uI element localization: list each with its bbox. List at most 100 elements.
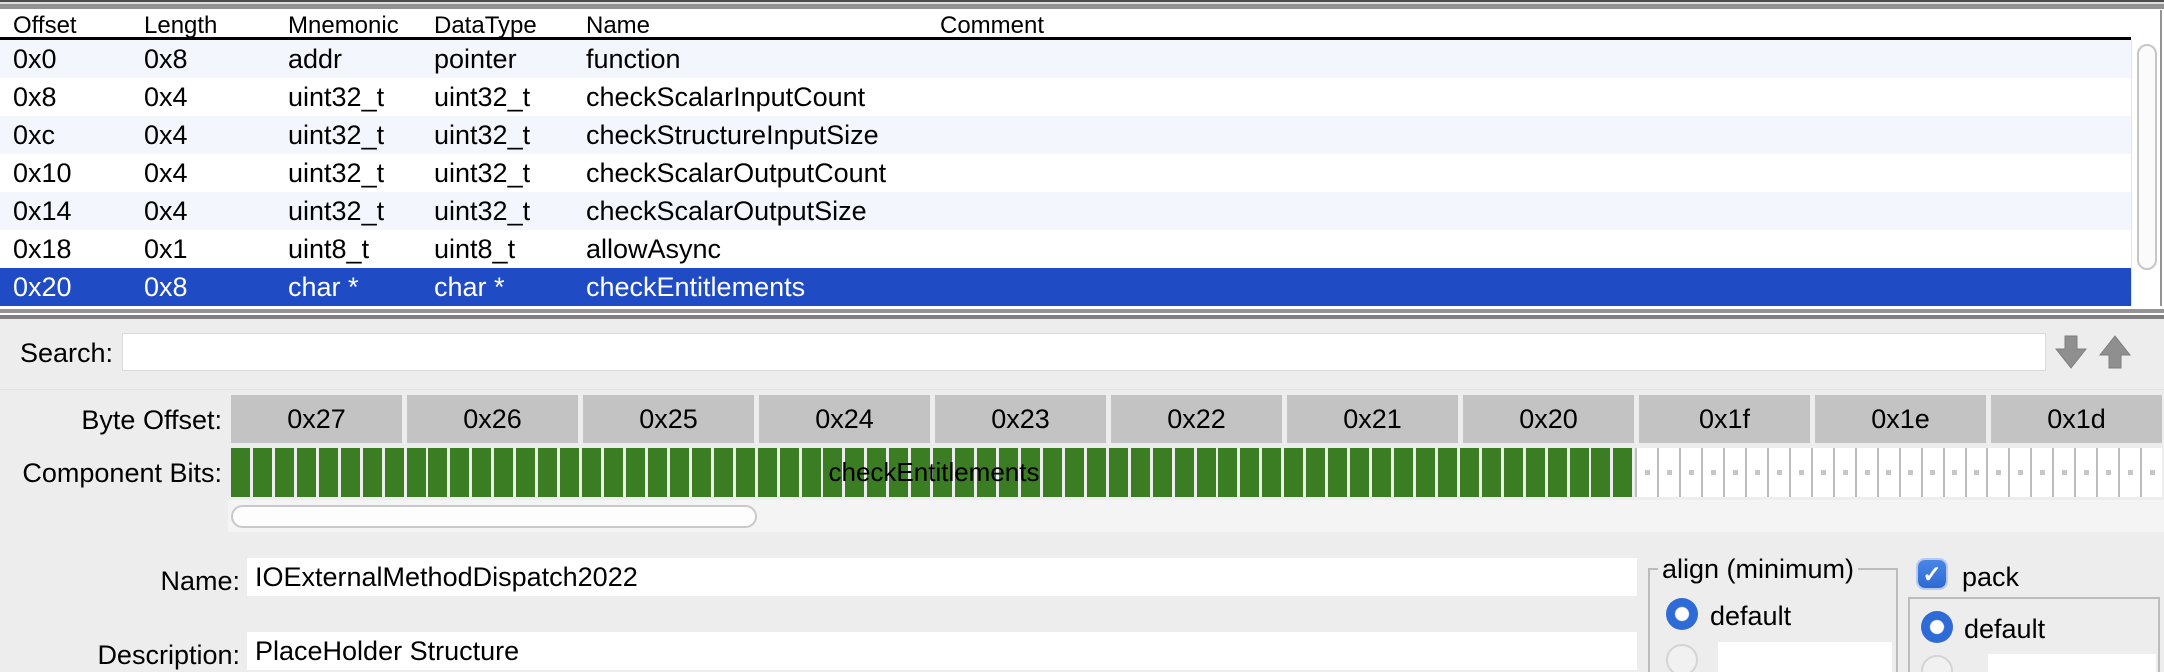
pack-default-label: default	[1964, 614, 2045, 645]
cell-datatype: char *	[434, 268, 505, 306]
column-header-offset[interactable]: Offset	[13, 12, 77, 40]
vertical-scrollbar-thumb[interactable]	[2137, 44, 2157, 270]
bit-placeholder-dot	[1930, 470, 1935, 475]
table-body: 0x00x8addrpointerfunction0x80x4uint32_tu…	[0, 40, 2132, 306]
bit-cell-empty[interactable]	[2030, 448, 2052, 497]
cell-name: checkStructureInputSize	[586, 116, 879, 154]
splitter-handle-middle[interactable]	[0, 306, 2164, 319]
bit-cell-empty[interactable]	[1855, 448, 1877, 497]
align-group-title: align (minimum)	[1658, 554, 1858, 585]
cell-length: 0x4	[144, 192, 188, 230]
bit-cell-empty[interactable]	[1899, 448, 1921, 497]
bit-cell-empty[interactable]	[1789, 448, 1811, 497]
pack-default-radio[interactable]	[1921, 611, 1953, 643]
structure-editor-window: Offset Length Mnemonic DataType Name Com…	[0, 0, 2164, 672]
bit-placeholder-dot	[2018, 470, 2023, 475]
bit-cell-empty[interactable]	[1965, 448, 1987, 497]
byte-offset-box: 0x1d	[1991, 395, 2162, 443]
bit-cell-empty[interactable]	[2052, 448, 2074, 497]
bit-placeholder-dot	[1733, 470, 1738, 475]
structure-name-field[interactable]	[247, 558, 1637, 596]
bit-cell-empty[interactable]	[1767, 448, 1789, 497]
search-label: Search:	[20, 338, 113, 369]
cell-offset: 0x20	[13, 268, 72, 306]
column-header-comment[interactable]: Comment	[940, 12, 1044, 40]
search-panel: Search:	[0, 319, 2164, 390]
cell-datatype: uint32_t	[434, 154, 530, 192]
align-default-label: default	[1710, 601, 1791, 632]
align-custom-value-field[interactable]	[1718, 642, 1892, 672]
bit-cell-empty[interactable]	[2096, 448, 2118, 497]
cell-length: 0x8	[144, 268, 188, 306]
cell-datatype: uint32_t	[434, 78, 530, 116]
bit-placeholder-dot	[2062, 470, 2067, 475]
pack-checkbox[interactable]: ✓	[1918, 560, 1946, 588]
column-header-name[interactable]: Name	[586, 12, 650, 40]
bitfield-member-label: checkEntitlements	[231, 457, 1637, 488]
search-prev-icon[interactable]	[2097, 333, 2133, 371]
pack-checkbox-label: pack	[1962, 562, 2019, 593]
bit-cell-empty[interactable]	[1723, 448, 1745, 497]
bit-cell-empty[interactable]	[2140, 448, 2162, 497]
byte-offset-box: 0x1f	[1639, 395, 1810, 443]
bit-cell-empty[interactable]	[1701, 448, 1723, 497]
search-input[interactable]	[122, 333, 2046, 371]
table-row[interactable]: 0x00x8addrpointerfunction	[0, 40, 2132, 78]
table-row[interactable]: 0x20 0x8 char * char * checkEntitlements	[0, 268, 2132, 306]
column-header-mnemonic[interactable]: Mnemonic	[288, 12, 399, 40]
bit-placeholder-dot	[1799, 470, 1804, 475]
byte-offset-box: 0x27	[231, 395, 402, 443]
table-row[interactable]: 0x140x4uint32_tuint32_tcheckScalarOutput…	[0, 192, 2132, 230]
bit-cell-empty[interactable]	[1679, 448, 1701, 497]
splitter-handle-top[interactable]	[0, 0, 2164, 10]
structure-description-field[interactable]	[247, 632, 1637, 670]
cell-mnemonic: addr	[288, 40, 342, 78]
bit-cell-empty[interactable]	[1833, 448, 1855, 497]
bit-placeholder-dot	[1667, 470, 1672, 475]
bit-placeholder-dot	[1689, 470, 1694, 475]
byte-offset-box: 0x26	[407, 395, 578, 443]
bit-cell-empty[interactable]	[2008, 448, 2030, 497]
bit-placeholder-dot	[2040, 470, 2045, 475]
bits-horizontal-scrollbar-thumb[interactable]	[231, 505, 757, 528]
column-header-datatype[interactable]: DataType	[434, 12, 537, 40]
cell-datatype: uint8_t	[434, 230, 515, 268]
table-row[interactable]: 0x80x4uint32_tuint32_tcheckScalarInputCo…	[0, 78, 2132, 116]
table-row[interactable]: 0x100x4uint32_tuint32_tcheckScalarOutput…	[0, 154, 2132, 192]
bit-placeholder-dot	[1865, 470, 1870, 475]
bit-placeholder-dot	[1886, 470, 1891, 475]
pack-custom-value-field[interactable]	[1988, 654, 2156, 672]
bit-placeholder-dot	[1821, 470, 1826, 475]
table-row[interactable]: 0x180x1uint8_tuint8_tallowAsync	[0, 230, 2132, 268]
cell-length: 0x8	[144, 40, 188, 78]
bit-cell-empty[interactable]	[1811, 448, 1833, 497]
bit-placeholder-dot	[1843, 470, 1848, 475]
byte-offset-box: 0x20	[1463, 395, 1634, 443]
column-header-length[interactable]: Length	[144, 12, 217, 40]
bit-cell-empty[interactable]	[2074, 448, 2096, 497]
bit-cell-empty[interactable]	[1943, 448, 1965, 497]
cell-name: checkScalarOutputSize	[586, 192, 867, 230]
bit-placeholder-dot	[1711, 470, 1716, 475]
bit-placeholder-dot	[2106, 470, 2111, 475]
bit-cell-empty[interactable]	[1921, 448, 1943, 497]
cell-mnemonic: char *	[288, 268, 359, 306]
description-label: Description:	[0, 640, 240, 671]
align-default-radio[interactable]	[1666, 598, 1698, 630]
cell-offset: 0x18	[13, 230, 72, 268]
byte-offset-box: 0x21	[1287, 395, 1458, 443]
checkmark-icon: ✓	[1922, 561, 1941, 587]
bit-cell-empty[interactable]	[1745, 448, 1767, 497]
search-next-icon[interactable]	[2053, 333, 2089, 371]
cell-offset: 0x0	[13, 40, 57, 78]
bits-horizontal-scrollbar[interactable]	[228, 500, 2164, 532]
cell-name: checkEntitlements	[586, 268, 805, 306]
bit-cell-empty[interactable]	[1657, 448, 1679, 497]
table-row[interactable]: 0xc0x4uint32_tuint32_tcheckStructureInpu…	[0, 116, 2132, 154]
cell-offset: 0x10	[13, 154, 72, 192]
bit-cell-empty[interactable]	[1986, 448, 2008, 497]
align-custom-radio[interactable]	[1666, 644, 1698, 672]
bit-cell-empty[interactable]	[2118, 448, 2140, 497]
bit-cell-empty[interactable]	[1635, 448, 1657, 497]
bit-cell-empty[interactable]	[1877, 448, 1899, 497]
